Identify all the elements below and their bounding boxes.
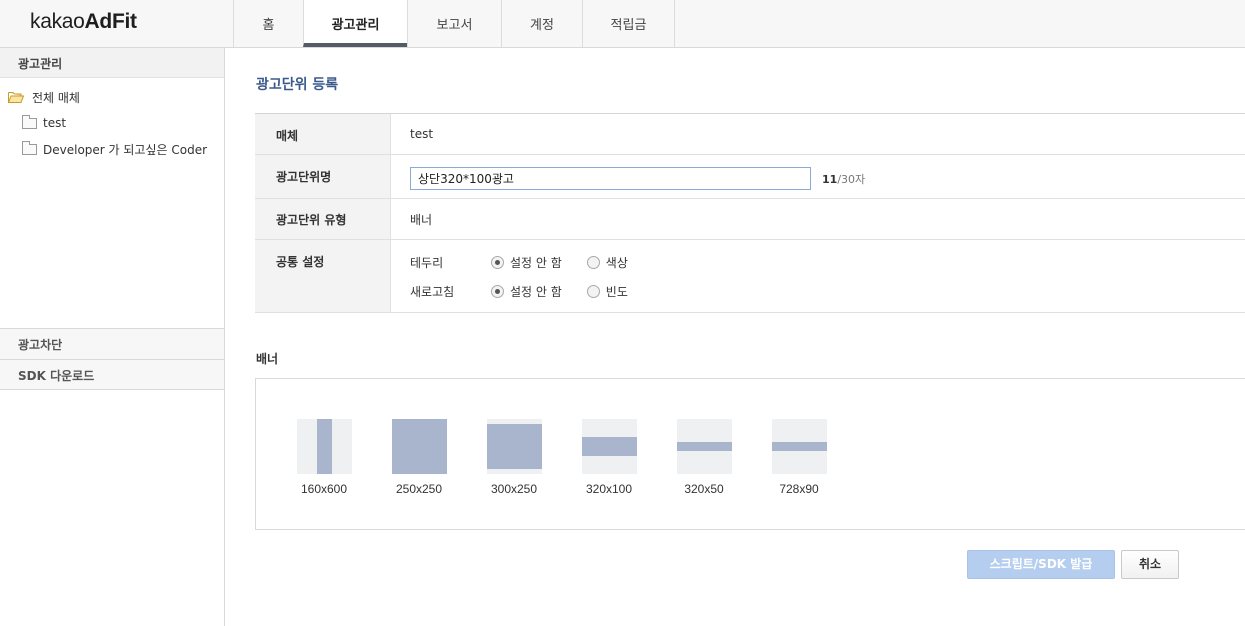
size-label: 250x250: [395, 482, 443, 496]
tree-item-all-media[interactable]: 전체 매체: [8, 84, 224, 110]
banner-size-selector: 160x600 250x250 300x250 320x100 320x50 7…: [255, 378, 1245, 530]
nav-home[interactable]: 홈: [233, 0, 303, 47]
ad-unit-type-label: 광고단위 유형: [255, 199, 391, 239]
char-counter: 11/30자: [822, 171, 865, 187]
ad-unit-name-cell: 11/30자: [391, 155, 1245, 198]
radio-unchecked-icon[interactable]: [586, 285, 600, 298]
radio-label: 빈도: [605, 285, 628, 299]
size-shape: [676, 442, 732, 451]
nav-account[interactable]: 계정: [501, 0, 582, 47]
tree-item-developer[interactable]: Developer 가 되고싶은 Coder: [8, 136, 224, 162]
media-label: 매체: [255, 114, 391, 154]
tree-item-label: 전체 매체: [32, 90, 80, 105]
size-label: 300x250: [490, 482, 538, 496]
open-folder-icon: [8, 92, 24, 103]
border-label: 테두리: [410, 256, 444, 270]
radio-unchecked-icon[interactable]: [586, 256, 600, 269]
size-shape: [581, 437, 637, 456]
top-header: kakaoAdFit 홈 광고관리 보고서 계정 적립금: [0, 0, 1245, 48]
issue-script-sdk-button[interactable]: 스크립트/SDK 발급: [967, 550, 1115, 579]
page-title: 광고단위 등록: [256, 77, 339, 93]
banner-size-320x100[interactable]: 320x100: [569, 419, 649, 496]
kakao-adfit-logo[interactable]: kakaoAdFit: [30, 10, 137, 34]
size-label: 728x90: [779, 482, 819, 496]
form-row-common: 공통 설정 테두리 설정 안 함 색상 새로고침 설정 안 함 빈도: [255, 240, 1245, 313]
radio-checked-icon[interactable]: [491, 256, 504, 269]
form-row-name: 광고단위명 11/30자: [255, 155, 1245, 199]
banner-section-title: 배너: [256, 352, 279, 366]
media-tree: 전체 매체 test Developer 가 되고싶은 Coder: [0, 78, 224, 328]
char-count-current: 11: [822, 173, 838, 186]
ad-unit-form: 매체 test 광고단위명 11/30자 광고단위 유형 배너 공통 설정 테두…: [255, 113, 1245, 313]
radio-label: 색상: [605, 256, 628, 270]
radio-label: 설정 안 함: [510, 256, 562, 270]
border-radio-none[interactable]: 설정 안 함: [491, 254, 562, 271]
global-nav: 홈 광고관리 보고서 계정 적립금: [233, 0, 675, 47]
logo-suffix: AdFit: [84, 10, 137, 33]
banner-size-250x250[interactable]: 250x250: [379, 419, 459, 496]
size-shape: [391, 419, 447, 474]
sidebar-link-sdk-download[interactable]: SDK 다운로드: [0, 359, 224, 390]
refresh-radio-frequency[interactable]: 빈도: [586, 283, 628, 300]
tree-item-test[interactable]: test: [8, 110, 224, 136]
size-thumbnail: [771, 419, 827, 474]
border-option-line: 테두리 설정 안 함 색상: [410, 254, 653, 271]
sidebar-link-ad-block[interactable]: 광고차단: [0, 328, 224, 359]
size-thumbnail: [581, 419, 637, 474]
banner-size-320x50[interactable]: 320x50: [664, 419, 744, 496]
size-thumbnail: [486, 419, 542, 474]
refresh-label: 새로고침: [410, 285, 455, 299]
cancel-button[interactable]: 취소: [1121, 550, 1179, 579]
nav-ad-management[interactable]: 광고관리: [303, 0, 407, 47]
ad-unit-name-label: 광고단위명: [255, 155, 391, 198]
ad-unit-type-value: 배너: [410, 213, 433, 227]
folder-icon: [22, 114, 37, 129]
nav-report[interactable]: 보고서: [407, 0, 501, 47]
refresh-radio-none[interactable]: 설정 안 함: [491, 283, 562, 300]
size-label: 320x50: [684, 482, 724, 496]
sidebar: 광고관리 전체 매체 test Developer 가 되고싶은 Coder 광…: [0, 48, 225, 626]
radio-checked-icon[interactable]: [491, 285, 504, 298]
tree-item-label: test: [43, 116, 67, 130]
common-settings-cell: 테두리 설정 안 함 색상 새로고침 설정 안 함 빈도: [391, 240, 1245, 312]
size-label: 160x600: [300, 482, 348, 496]
refresh-option-line: 새로고침 설정 안 함 빈도: [410, 283, 653, 300]
size-shape: [486, 424, 542, 469]
banner-size-300x250[interactable]: 300x250: [474, 419, 554, 496]
size-label: 320x100: [585, 482, 633, 496]
border-radio-color[interactable]: 색상: [586, 254, 628, 271]
size-thumbnail: [296, 419, 352, 474]
nav-credit[interactable]: 적립금: [582, 0, 675, 47]
media-value: test: [410, 127, 434, 141]
form-row-type: 광고단위 유형 배너: [255, 199, 1245, 240]
sidebar-section-title[interactable]: 광고관리: [0, 48, 224, 78]
form-row-media: 매체 test: [255, 114, 1245, 155]
size-thumbnail: [391, 419, 447, 474]
radio-label: 설정 안 함: [510, 285, 562, 299]
logo-prefix: kakao: [30, 10, 85, 33]
size-shape: [771, 442, 827, 451]
size-thumbnail: [676, 419, 732, 474]
size-shape: [316, 419, 332, 474]
ad-unit-name-input[interactable]: [410, 167, 811, 190]
banner-size-160x600[interactable]: 160x600: [284, 419, 364, 496]
common-settings-label: 공통 설정: [255, 240, 391, 312]
banner-size-728x90[interactable]: 728x90: [759, 419, 839, 496]
char-count-max: /30자: [837, 173, 866, 186]
folder-icon: [22, 140, 37, 155]
tree-item-label: Developer 가 되고싶은 Coder: [43, 142, 208, 157]
